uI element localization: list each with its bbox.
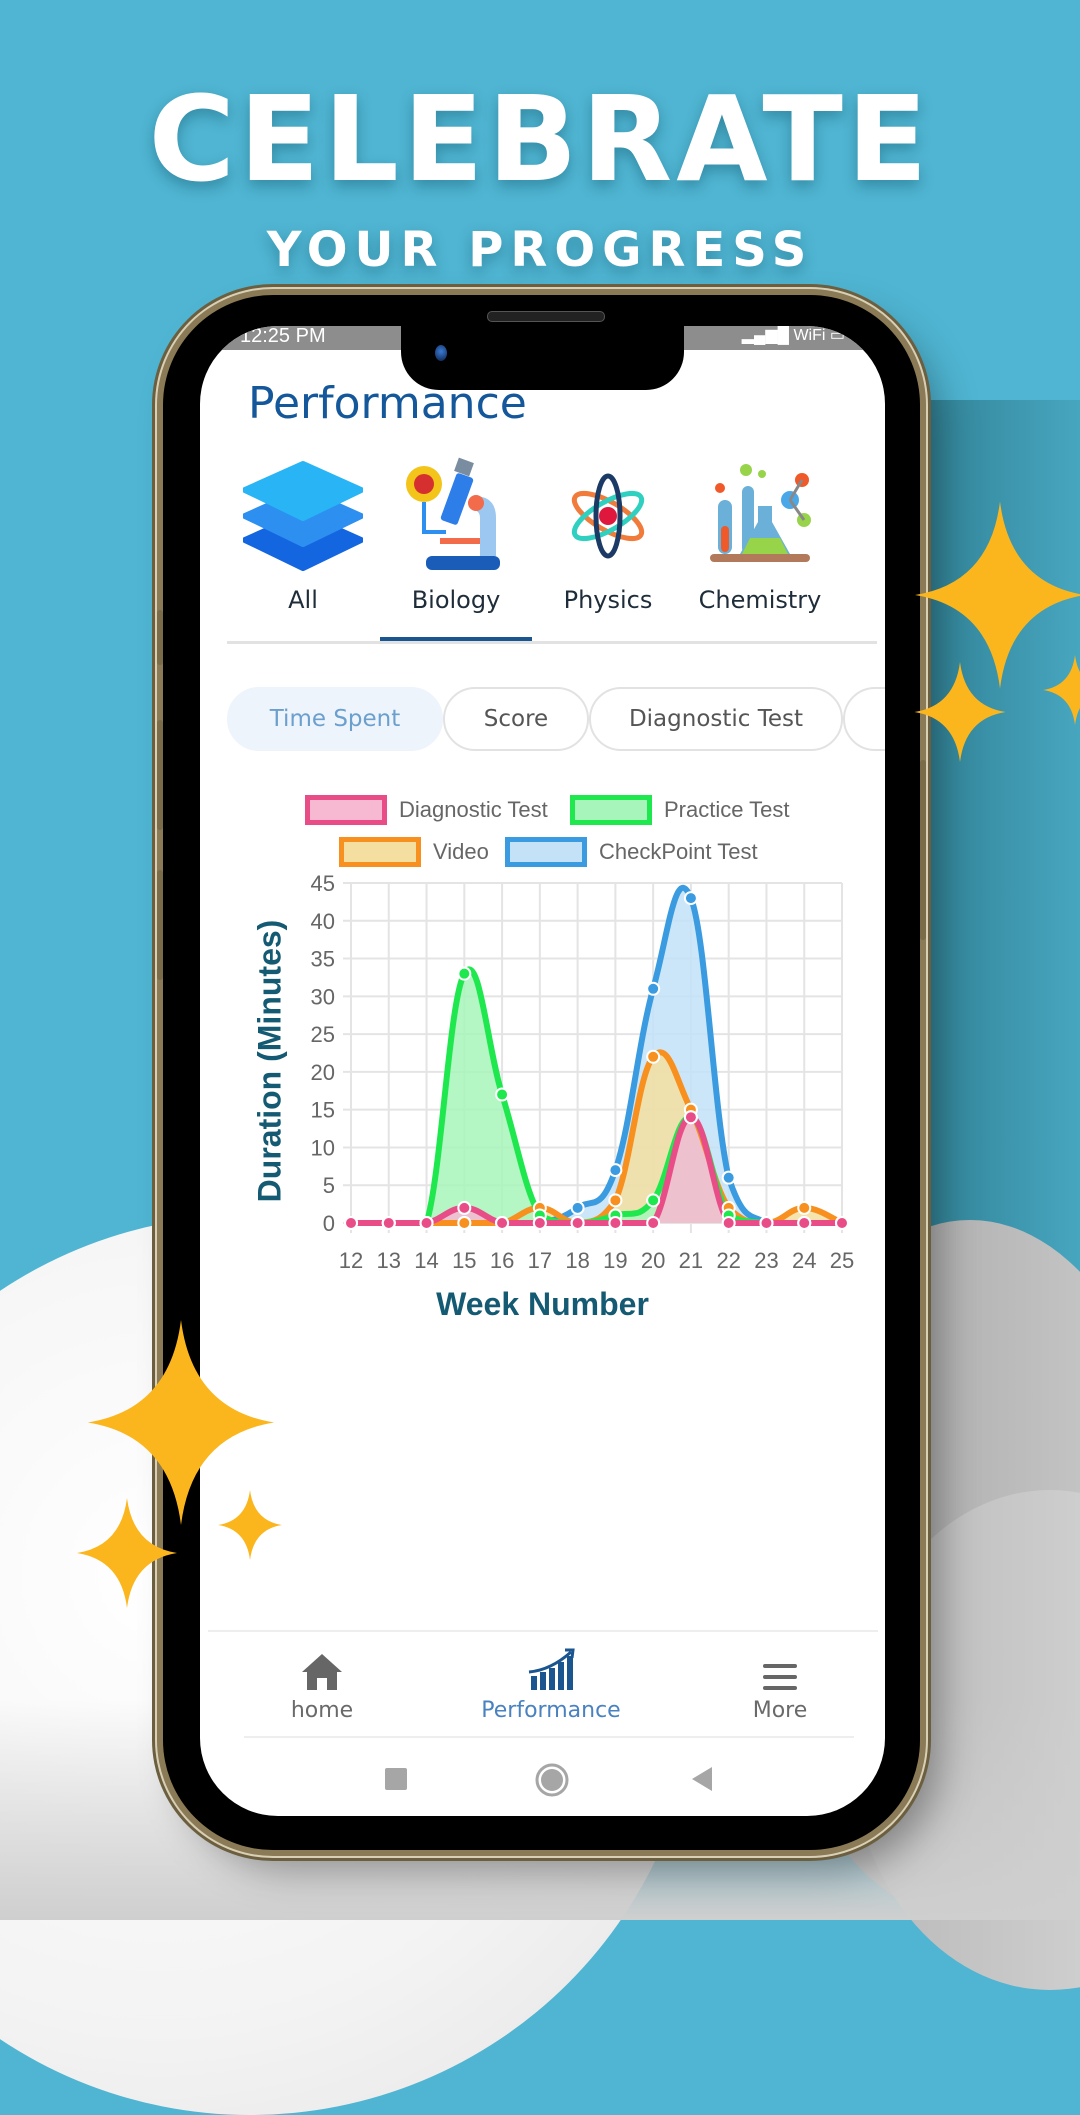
phone-speaker — [487, 311, 605, 322]
recent-apps-button[interactable] — [385, 1766, 409, 1797]
system-nav-divider — [244, 1736, 854, 1738]
x-tick-label: 16 — [490, 1248, 514, 1273]
data-point — [457, 1200, 472, 1215]
data-point — [683, 1110, 698, 1125]
phone-power-button — [920, 760, 926, 940]
bottom-nav-divider — [208, 1630, 878, 1632]
data-point — [532, 1216, 547, 1230]
data-point — [797, 1216, 812, 1230]
nav-home[interactable]: home — [232, 1646, 412, 1723]
back-system-button[interactable] — [690, 1766, 714, 1797]
y-tick-label: 45 — [311, 871, 335, 896]
series-area-checkpoint-test — [351, 887, 842, 1223]
data-point — [608, 1216, 623, 1230]
data-point — [835, 1216, 849, 1230]
data-point — [797, 1200, 812, 1215]
nav-performance[interactable]: Performance — [461, 1646, 641, 1723]
menu-icon — [690, 1646, 870, 1692]
x-tick-label: 14 — [414, 1248, 438, 1273]
phone-screen: 12:25 PM ▂▄▆█ WiFi ▭ Performance All Bio… — [200, 326, 885, 1816]
x-tick-label: 22 — [716, 1248, 740, 1273]
x-axis-title: Week Number — [436, 1286, 649, 1322]
data-point — [608, 1193, 623, 1208]
data-point — [344, 1216, 358, 1230]
y-tick-label: 30 — [311, 984, 335, 1009]
y-tick-label: 40 — [311, 909, 335, 934]
y-tick-label: 5 — [323, 1173, 335, 1198]
data-point — [721, 1170, 736, 1185]
data-point — [457, 966, 472, 981]
home-icon — [232, 1646, 412, 1692]
sparkle-icon — [914, 662, 1006, 762]
data-point — [457, 1216, 472, 1230]
nav-label: home — [290, 1698, 354, 1723]
data-point — [646, 1216, 661, 1230]
x-tick-label: 19 — [603, 1248, 627, 1273]
x-tick-label: 13 — [377, 1248, 401, 1273]
sparkle-icon — [77, 1498, 177, 1608]
sparkle-icon — [218, 1490, 282, 1560]
data-point — [381, 1216, 396, 1230]
y-tick-label: 0 — [323, 1211, 335, 1236]
nav-more[interactable]: More — [690, 1646, 870, 1723]
home-system-button[interactable] — [535, 1763, 569, 1802]
phone-volume-down-button — [157, 870, 163, 980]
y-tick-label: 15 — [311, 1098, 335, 1123]
nav-label: Performance — [481, 1698, 621, 1723]
data-point — [495, 1216, 510, 1230]
y-axis-title: Duration (Minutes) — [251, 919, 288, 1203]
data-point — [646, 1049, 661, 1064]
phone-volume-up-button — [157, 720, 163, 830]
banner-subheadline: YOUR PROGRESS — [266, 222, 814, 278]
data-point — [570, 1216, 585, 1230]
data-point — [646, 981, 661, 996]
time-spent-chart: 0 5 10 15 20 25 30 35 40 45 12 13 14 15 16 17 18 19 20 21 22… — [311, 871, 855, 1273]
data-point — [646, 1193, 661, 1208]
banner-headline: CELEBRATE — [148, 70, 932, 208]
data-point — [495, 1087, 510, 1102]
growth-chart-icon — [461, 1646, 641, 1692]
x-tick-label: 20 — [641, 1248, 665, 1273]
data-point — [419, 1216, 434, 1230]
data-point — [683, 891, 698, 906]
y-tick-label: 10 — [311, 1135, 335, 1160]
y-tick-label: 20 — [311, 1060, 335, 1085]
series-line-video — [351, 1049, 844, 1226]
front-camera — [435, 345, 447, 361]
x-tick-label: 15 — [452, 1248, 476, 1273]
x-tick-label: 17 — [528, 1248, 552, 1273]
data-point — [721, 1216, 736, 1230]
x-tick-label: 12 — [339, 1248, 363, 1273]
y-tick-label: 35 — [311, 947, 335, 972]
x-tick-label: 25 — [830, 1248, 854, 1273]
data-point — [570, 1200, 585, 1215]
data-point — [759, 1216, 774, 1230]
sparkle-icon — [1043, 655, 1080, 725]
series-line-checkpoint-test — [351, 884, 842, 1226]
data-point — [608, 1163, 623, 1178]
x-tick-label: 21 — [679, 1248, 703, 1273]
x-tick-label: 23 — [754, 1248, 778, 1273]
series-area-video — [351, 1052, 842, 1223]
nav-label: More — [752, 1698, 808, 1723]
x-tick-label: 24 — [792, 1248, 816, 1273]
x-tick-label: 18 — [565, 1248, 589, 1273]
phone-side-button — [157, 610, 163, 665]
y-tick-label: 25 — [311, 1022, 335, 1047]
